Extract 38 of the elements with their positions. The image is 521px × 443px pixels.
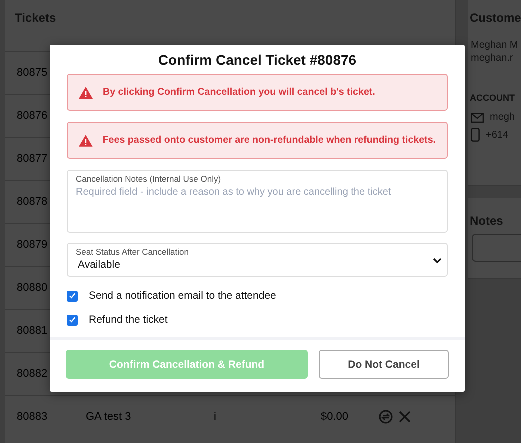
table-cell-text: 80877 [16, 153, 49, 165]
panel-title: Tickets [14, 10, 58, 27]
alert-text: Fees passed onto customer are non-refundable when refunding tickets. [102, 135, 436, 146]
cancel-button[interactable]: Do Not Cancel [319, 350, 449, 379]
checkbox[interactable] [67, 314, 78, 326]
transfer-icon[interactable] [379, 410, 393, 424]
table-cell-text: $0.00 [321, 411, 350, 423]
contact-email: megh [490, 112, 516, 123]
customer-name: Meghan M [471, 39, 520, 52]
panel-title: Notes [469, 213, 504, 230]
note-field[interactable] [472, 234, 521, 262]
close-icon[interactable] [399, 411, 411, 423]
section-heading: ACCOUNT [469, 92, 516, 105]
table-cell-text: i [214, 411, 218, 423]
modal-title: Confirm Cancel Ticket #80876 [157, 51, 358, 70]
seat-status-select[interactable]: Seat Status After Cancellation Available [67, 243, 448, 277]
warning-icon [79, 134, 93, 146]
customer-email: meghan.r [471, 52, 514, 65]
table-cell-text: 80882 [16, 368, 49, 380]
table-cell-text: 80881 [16, 325, 49, 337]
mail-icon [471, 112, 484, 122]
checkbox[interactable] [67, 290, 78, 302]
contact-phone: +614 [486, 130, 509, 140]
phone-icon [471, 128, 480, 142]
table-cell-text: 80876 [16, 110, 49, 122]
checkbox-label: Send a notification email to the attendee [89, 290, 276, 302]
warning-icon [79, 86, 93, 98]
table-cell-text: GA test 3 [86, 411, 132, 423]
alert-text: By clicking Confirm Cancellation you will cancel b's ticket. [103, 87, 376, 98]
table-cell-text: 80879 [16, 239, 49, 251]
checkbox-label: Refund the ticket [89, 314, 168, 326]
table-cell-text: 80883 [16, 411, 49, 423]
table-cell-text: 80880 [16, 282, 49, 294]
table-cell-text: 80875 [16, 67, 49, 79]
panel-title: Custome [469, 10, 521, 25]
field-label: Cancellation Notes (Internal Use Only) [76, 174, 222, 184]
table-cell-text: 80878 [16, 196, 49, 208]
chevron-down-icon [433, 258, 442, 264]
